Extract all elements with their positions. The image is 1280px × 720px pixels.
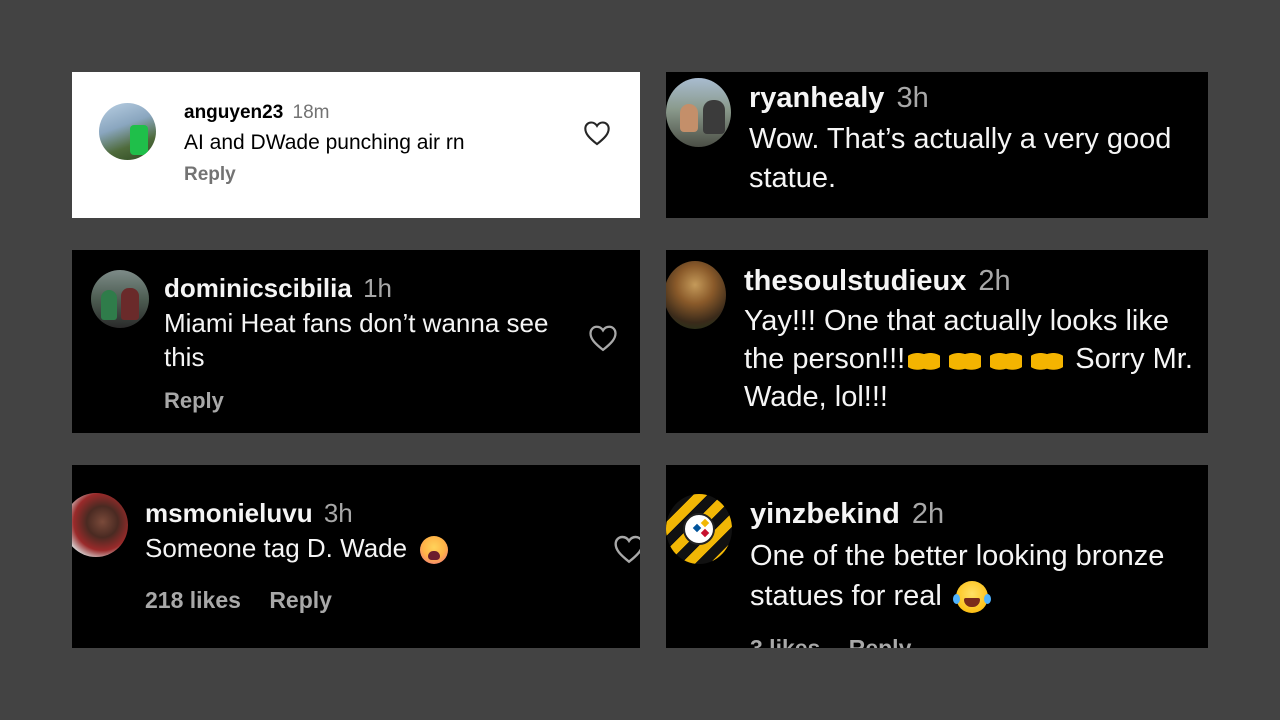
comment-text: One of the better looking bronze statues… xyxy=(750,536,1208,616)
comment-text: Someone tag D. Wade xyxy=(145,533,449,565)
likes-count[interactable]: 3 likes xyxy=(750,635,820,648)
username[interactable]: anguyen23 xyxy=(184,102,283,123)
comment-text-line2: statues for real xyxy=(750,576,1208,616)
raised-hands-emoji xyxy=(990,347,1023,371)
heart-icon[interactable] xyxy=(613,534,640,564)
comment-text-body: Someone tag D. Wade xyxy=(145,533,408,563)
comment-text-line2b: Sorry Mr. xyxy=(1075,343,1193,375)
timestamp: 3h xyxy=(896,82,929,114)
comment-text-line2-body: statues for real xyxy=(750,580,942,612)
timestamp: 18m xyxy=(292,102,330,123)
heart-icon[interactable] xyxy=(583,120,611,146)
heart-icon[interactable] xyxy=(588,324,618,352)
comment-text-line2a: the person!!! xyxy=(744,343,906,375)
username[interactable]: thesoulstudieux xyxy=(744,265,966,297)
comment-card-anguyen23: anguyen23 18m AI and DWade punching air … xyxy=(72,72,640,218)
username[interactable]: msmonieluvu xyxy=(145,498,313,528)
avatar[interactable] xyxy=(91,270,149,328)
comment-text-line2: the person!!! Sorry Mr. xyxy=(744,340,1208,378)
timestamp: 1h xyxy=(363,273,392,303)
raised-hands-emoji xyxy=(1031,347,1064,371)
steelers-logo-icon xyxy=(683,513,715,545)
avatar[interactable] xyxy=(666,78,731,147)
comment-text: Yay!!! One that actually looks like the … xyxy=(744,302,1208,416)
comment-card-msmonieluvu: msmonieluvu 3h Someone tag D. Wade 218 l… xyxy=(72,465,640,648)
username[interactable]: ryanhealy xyxy=(749,82,884,114)
comment-header: yinzbekind 2h xyxy=(750,498,944,531)
comment-text-line3: Wade, lol!!! xyxy=(744,381,888,413)
comment-card-dominicscibilia: dominicscibilia 1h Miami Heat fans don’t… xyxy=(72,250,640,433)
comment-header: dominicscibilia 1h xyxy=(164,273,392,304)
avatar-figure xyxy=(130,125,148,155)
avatar-person-left xyxy=(101,290,117,320)
emoji-tear-left xyxy=(952,594,960,605)
username[interactable]: dominicscibilia xyxy=(164,273,352,303)
timestamp: 3h xyxy=(323,498,353,528)
emoji-tear-right xyxy=(983,594,991,605)
comment-text-line1: Yay!!! One that actually looks like xyxy=(744,305,1170,337)
avatar[interactable] xyxy=(72,493,128,557)
comment-header: msmonieluvu 3h xyxy=(145,498,353,529)
raised-hands-emoji xyxy=(908,347,941,371)
weary-face-emoji xyxy=(420,536,449,565)
username[interactable]: yinzbekind xyxy=(750,498,900,530)
avatar[interactable] xyxy=(666,494,732,564)
comment-text: AI and DWade punching air rn xyxy=(184,131,465,154)
logo-diamond-blue xyxy=(692,523,702,533)
reply-button[interactable]: Reply xyxy=(849,635,912,648)
comment-text: Wow. That’s actually a very good statue. xyxy=(749,123,1172,194)
reply-button[interactable]: Reply xyxy=(164,388,224,414)
timestamp: 2h xyxy=(978,265,1011,297)
logo-diamond-red xyxy=(700,528,710,538)
avatar-person-right xyxy=(703,100,725,134)
emoji-mouth xyxy=(963,598,980,608)
avatar-person-left xyxy=(680,104,698,132)
raised-hands-emoji xyxy=(949,347,982,371)
logo-diamond-yellow xyxy=(700,518,710,528)
comment-card-ryanhealy: ryanhealy 3h Wow. That’s actually a very… xyxy=(666,72,1208,218)
comment-text-line1: One of the better looking bronze xyxy=(750,540,1165,572)
comment-actions-cut: 3 likes Reply xyxy=(750,635,911,648)
comment-card-yinzbekind: yinzbekind 2h One of the better looking … xyxy=(666,465,1208,648)
timestamp: 2h xyxy=(911,498,945,530)
avatar-person-right xyxy=(121,288,139,320)
comment-text: Miami Heat fans don’t wanna see this xyxy=(164,308,549,372)
tears-of-joy-emoji xyxy=(952,581,991,614)
comment-header: ryanhealy 3h xyxy=(749,82,929,115)
comment-actions: 218 likes Reply xyxy=(145,587,332,614)
reply-button[interactable]: Reply xyxy=(184,164,236,186)
likes-count[interactable]: 218 likes xyxy=(145,587,241,613)
comment-header: anguyen23 18m xyxy=(184,102,330,124)
emoji-mouth xyxy=(428,551,441,561)
avatar[interactable] xyxy=(666,261,726,329)
avatar[interactable] xyxy=(99,103,156,160)
comment-card-thesoulstudieux: thesoulstudieux 2h Yay!!! One that actua… xyxy=(666,250,1208,433)
reply-button[interactable]: Reply xyxy=(269,587,332,613)
comment-header: thesoulstudieux 2h xyxy=(744,265,1011,298)
